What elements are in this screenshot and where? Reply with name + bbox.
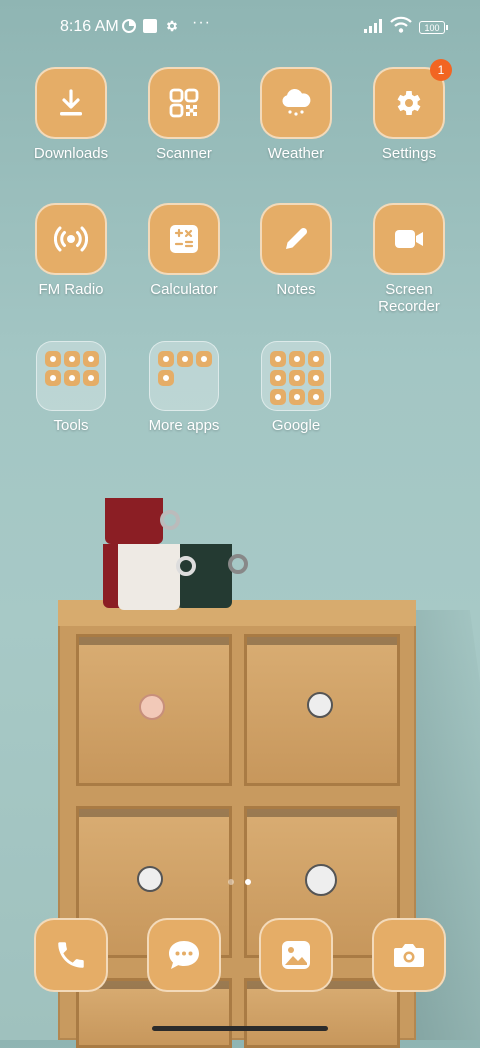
gallery-icon[interactable] — [259, 918, 333, 992]
mini-app-icon — [270, 370, 286, 386]
folder-preview[interactable] — [261, 341, 331, 411]
folder-google[interactable]: Google — [241, 341, 351, 434]
dock-gallery[interactable] — [259, 918, 333, 992]
app-label: Screen Recorder — [354, 281, 464, 315]
page-dot-active[interactable] — [245, 879, 251, 885]
wifi-icon — [390, 16, 412, 37]
mini-app-icon — [83, 351, 99, 367]
gesture-home-bar[interactable] — [152, 1026, 328, 1031]
wallpaper-cup-green — [176, 544, 232, 608]
mini-app-icon — [158, 351, 174, 367]
calculator-icon[interactable] — [148, 203, 220, 275]
radio-icon[interactable] — [35, 203, 107, 275]
folder-label: Tools — [53, 417, 89, 434]
mini-app-icon — [45, 351, 61, 367]
signal-icon — [364, 19, 386, 36]
wallpaper-knob — [305, 864, 337, 896]
status-bar: 8:16 AM ··· 100 — [0, 0, 480, 56]
folder-more-apps[interactable]: More apps — [129, 341, 239, 434]
mini-app-icon — [83, 370, 99, 386]
dock-camera[interactable] — [372, 918, 446, 992]
linkedin-mini-icon — [158, 370, 174, 386]
mini-app-icon — [289, 370, 305, 386]
app-label: Calculator — [150, 281, 218, 298]
notification-square-icon — [143, 19, 157, 36]
app-label: Settings — [381, 145, 437, 162]
more-dots-icon: ··· — [192, 14, 211, 31]
app-fm-radio[interactable]: FM Radio — [16, 203, 126, 298]
phone-icon[interactable] — [34, 918, 108, 992]
mini-app-icon — [45, 370, 61, 386]
settings-gear-status-icon — [165, 19, 179, 36]
mini-app-icon — [308, 370, 324, 386]
app-settings[interactable]: 1 Settings — [354, 59, 464, 162]
app-label: Downloads — [33, 145, 109, 162]
app-downloads[interactable]: Downloads — [16, 67, 126, 162]
mini-app-icon — [196, 351, 212, 367]
wallpaper-knob — [139, 694, 165, 720]
mini-app-icon — [289, 389, 305, 405]
app-label: Scanner — [156, 145, 212, 162]
folder-label: More apps — [148, 417, 220, 434]
mini-app-icon — [308, 351, 324, 367]
dock-phone[interactable] — [34, 918, 108, 992]
mini-app-icon — [289, 351, 305, 367]
app-weather[interactable]: Weather — [241, 67, 351, 162]
wallpaper-cup-handle — [228, 554, 248, 574]
app-label: Weather — [267, 145, 325, 162]
folder-preview[interactable] — [149, 341, 219, 411]
mini-app-icon — [64, 351, 80, 367]
mini-app-icon — [64, 370, 80, 386]
app-label: FM Radio — [38, 281, 104, 298]
cloud-rain-icon[interactable] — [260, 67, 332, 139]
app-screen-recorder[interactable]: Screen Recorder — [354, 203, 464, 315]
status-time: 8:16 AM — [60, 18, 119, 35]
wallpaper-cup-handle — [160, 510, 180, 530]
page-dot[interactable] — [228, 879, 234, 885]
mini-app-icon — [270, 351, 286, 367]
pencil-icon[interactable] — [260, 203, 332, 275]
dock-messages[interactable] — [147, 918, 221, 992]
mini-app-icon — [270, 389, 286, 405]
wallpaper-cup-white — [118, 544, 180, 610]
qr-scanner-icon[interactable] — [148, 67, 220, 139]
download-icon[interactable] — [35, 67, 107, 139]
folder-tools[interactable]: Tools — [16, 341, 126, 434]
mini-app-icon — [308, 389, 324, 405]
app-label: Notes — [276, 281, 316, 298]
folder-label: Google — [271, 417, 321, 434]
video-camera-icon[interactable] — [373, 203, 445, 275]
wallpaper-knob — [137, 866, 163, 892]
data-saver-icon — [122, 19, 136, 36]
message-icon[interactable] — [147, 918, 221, 992]
camera-icon[interactable] — [372, 918, 446, 992]
mini-app-icon — [177, 351, 193, 367]
wallpaper-cup-handle — [176, 556, 196, 576]
wallpaper-knob — [307, 692, 333, 718]
app-label-line: Screen — [385, 281, 433, 298]
battery-indicator: 100 — [419, 21, 448, 34]
wallpaper-cup-red — [105, 498, 163, 544]
app-label-line: Recorder — [378, 298, 440, 315]
app-scanner[interactable]: Scanner — [129, 67, 239, 162]
notification-badge: 1 — [430, 59, 452, 81]
app-notes[interactable]: Notes — [241, 203, 351, 298]
folder-preview[interactable] — [36, 341, 106, 411]
app-calculator[interactable]: Calculator — [129, 203, 239, 298]
